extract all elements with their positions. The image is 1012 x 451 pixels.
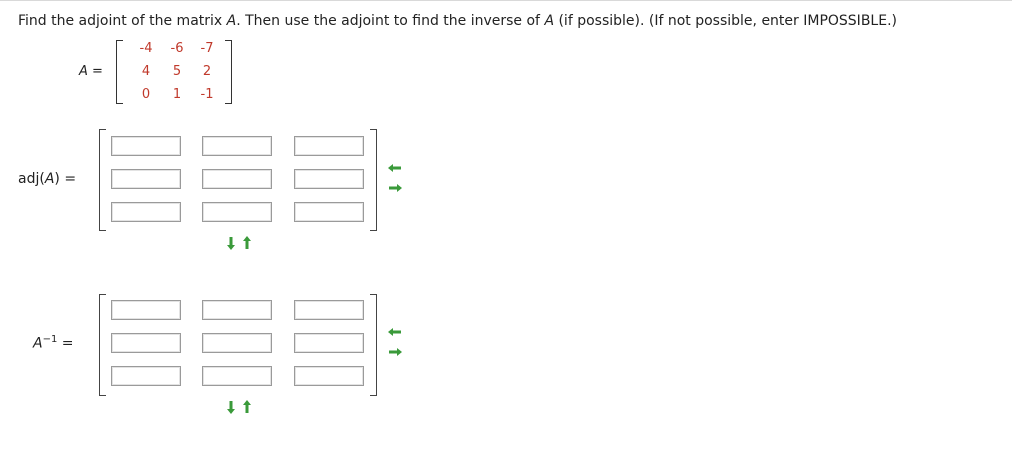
matrix-a-right-bracket <box>225 40 232 104</box>
matrix-a-cell: 5 <box>172 64 182 79</box>
inverse-input-r1c1[interactable] <box>111 300 181 320</box>
inverse-right-bracket <box>370 294 377 396</box>
adj-input-r2c1[interactable] <box>111 169 181 189</box>
inverse-input-r3c2[interactable] <box>202 366 272 386</box>
matrix-a-cell: 0 <box>141 87 151 102</box>
adj-input-r3c1[interactable] <box>111 202 181 222</box>
inverse-input-r2c3[interactable] <box>294 333 364 353</box>
adj-input-r3c3[interactable] <box>294 202 364 222</box>
matrix-a-cell: 4 <box>141 64 151 79</box>
add-column-arrow-icon[interactable] <box>388 183 402 197</box>
add-row-arrow-icon[interactable] <box>226 236 240 250</box>
matrix-a-cell: 1 <box>172 87 182 102</box>
adj-input-r2c3[interactable] <box>294 169 364 189</box>
adj-input-r3c2[interactable] <box>202 202 272 222</box>
inverse-left-bracket <box>99 294 106 396</box>
adj-input-r1c3[interactable] <box>294 136 364 156</box>
question-text: Find the adjoint of the matrix A. Then u… <box>18 13 897 29</box>
adj-label: adj(A) = <box>18 171 77 187</box>
inverse-input-r1c2[interactable] <box>202 300 272 320</box>
matrix-a-left-bracket <box>116 40 123 104</box>
top-divider <box>0 0 1012 1</box>
adj-input-r1c2[interactable] <box>202 136 272 156</box>
matrix-a-cell: -6 <box>170 41 184 56</box>
adj-input-r2c2[interactable] <box>202 169 272 189</box>
remove-row-arrow-icon[interactable] <box>242 236 256 250</box>
adj-right-bracket <box>370 129 377 231</box>
inverse-input-r2c2[interactable] <box>202 333 272 353</box>
matrix-a-cell: -4 <box>139 41 153 56</box>
remove-column-arrow-icon[interactable] <box>388 163 402 177</box>
inverse-input-r1c3[interactable] <box>294 300 364 320</box>
inverse-input-r2c1[interactable] <box>111 333 181 353</box>
adj-input-r1c1[interactable] <box>111 136 181 156</box>
adj-left-bracket <box>99 129 106 231</box>
matrix-a-cell: -1 <box>200 87 214 102</box>
inverse-input-r3c3[interactable] <box>294 366 364 386</box>
add-column-arrow-icon[interactable] <box>388 347 402 361</box>
add-row-arrow-icon[interactable] <box>226 400 240 414</box>
matrix-a-cell: 2 <box>202 64 212 79</box>
inverse-label: A−1 = <box>33 334 74 352</box>
matrix-a-label: A = <box>79 64 103 79</box>
remove-row-arrow-icon[interactable] <box>242 400 256 414</box>
matrix-a-cell: -7 <box>200 41 214 56</box>
inverse-input-r3c1[interactable] <box>111 366 181 386</box>
remove-column-arrow-icon[interactable] <box>388 327 402 341</box>
